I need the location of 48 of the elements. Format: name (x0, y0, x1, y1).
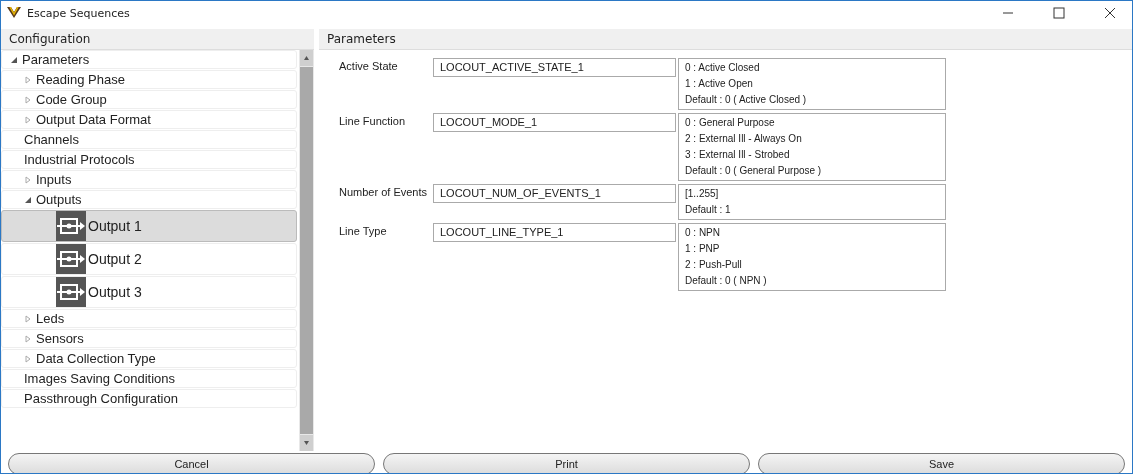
action-button[interactable]: Cancel (8, 453, 375, 473)
expand-arrow-icon[interactable] (24, 95, 32, 104)
parameter-info: 0 : General Purpose 2 : External Ill - Always On 3 : External Ill - Strobed Default : 0 ( General Purpose ) (678, 113, 946, 181)
window-title: Escape Sequences (27, 6, 131, 20)
output-module-icon (56, 277, 86, 307)
output-module-icon (56, 244, 86, 274)
parameter-info: 0 : Active Closed 1 : Active Open Default : 0 ( Active Closed ) (678, 58, 946, 110)
output-module-icon (56, 211, 86, 241)
tree-item[interactable]: Leds (1, 309, 297, 328)
action-button[interactable]: Save (758, 453, 1125, 473)
parameter-label: Active State (339, 59, 399, 72)
parameter-label: Number of Events (339, 185, 429, 198)
tree-item[interactable]: Parameters (1, 50, 297, 69)
app-logo-icon (7, 7, 21, 19)
expand-arrow-icon[interactable] (24, 175, 32, 184)
tree-item[interactable]: Output Data Format (1, 110, 297, 129)
tree-item[interactable]: Code Group (1, 90, 297, 109)
scrollbar-thumb[interactable] (300, 67, 313, 434)
parameter-field[interactable]: LOCOUT_LINE_TYPE_1 (433, 223, 676, 242)
expand-arrow-icon[interactable] (24, 354, 32, 363)
parameter-label: Line Function (339, 114, 407, 127)
collapse-arrow-icon[interactable] (24, 195, 32, 204)
expand-arrow-icon[interactable] (24, 334, 32, 343)
tree-item[interactable]: Images Saving Conditions (1, 369, 297, 388)
tree-item[interactable]: Output 2 (1, 243, 297, 275)
tree-item[interactable]: Sensors (1, 329, 297, 348)
parameter-label: Line Type (339, 224, 388, 237)
parameter-info: [1..255] Default : 1 (678, 184, 946, 220)
tree-item[interactable]: Reading Phase (1, 70, 297, 89)
expand-arrow-icon[interactable] (24, 115, 32, 124)
tree-item[interactable]: Passthrough Configuration (1, 389, 297, 408)
parameter-field[interactable]: LOCOUT_MODE_1 (433, 113, 676, 132)
tree-item[interactable]: Inputs (1, 170, 297, 189)
tree-item[interactable]: Outputs (1, 190, 297, 209)
tree-item[interactable]: Output 1 (1, 210, 297, 242)
tree-item[interactable]: Industrial Protocols (1, 150, 297, 169)
tree-item[interactable]: Output 3 (1, 276, 297, 308)
parameter-field[interactable]: LOCOUT_NUM_OF_EVENTS_1 (433, 184, 676, 203)
parameter-field[interactable]: LOCOUT_ACTIVE_STATE_1 (433, 58, 676, 77)
expand-arrow-icon[interactable] (24, 75, 32, 84)
tree-item[interactable]: Data Collection Type (1, 349, 297, 368)
expand-arrow-icon[interactable] (24, 314, 32, 323)
tree-item[interactable]: Channels (1, 130, 297, 149)
sidebar-header: Configuration (1, 29, 314, 50)
parameter-info: 0 : NPN 1 : PNP 2 : Push-Pull Default : 0 ( NPN ) (678, 223, 946, 291)
collapse-arrow-icon[interactable] (10, 55, 18, 64)
panel-header: Parameters (319, 29, 1132, 50)
action-button[interactable]: Print (383, 453, 750, 473)
